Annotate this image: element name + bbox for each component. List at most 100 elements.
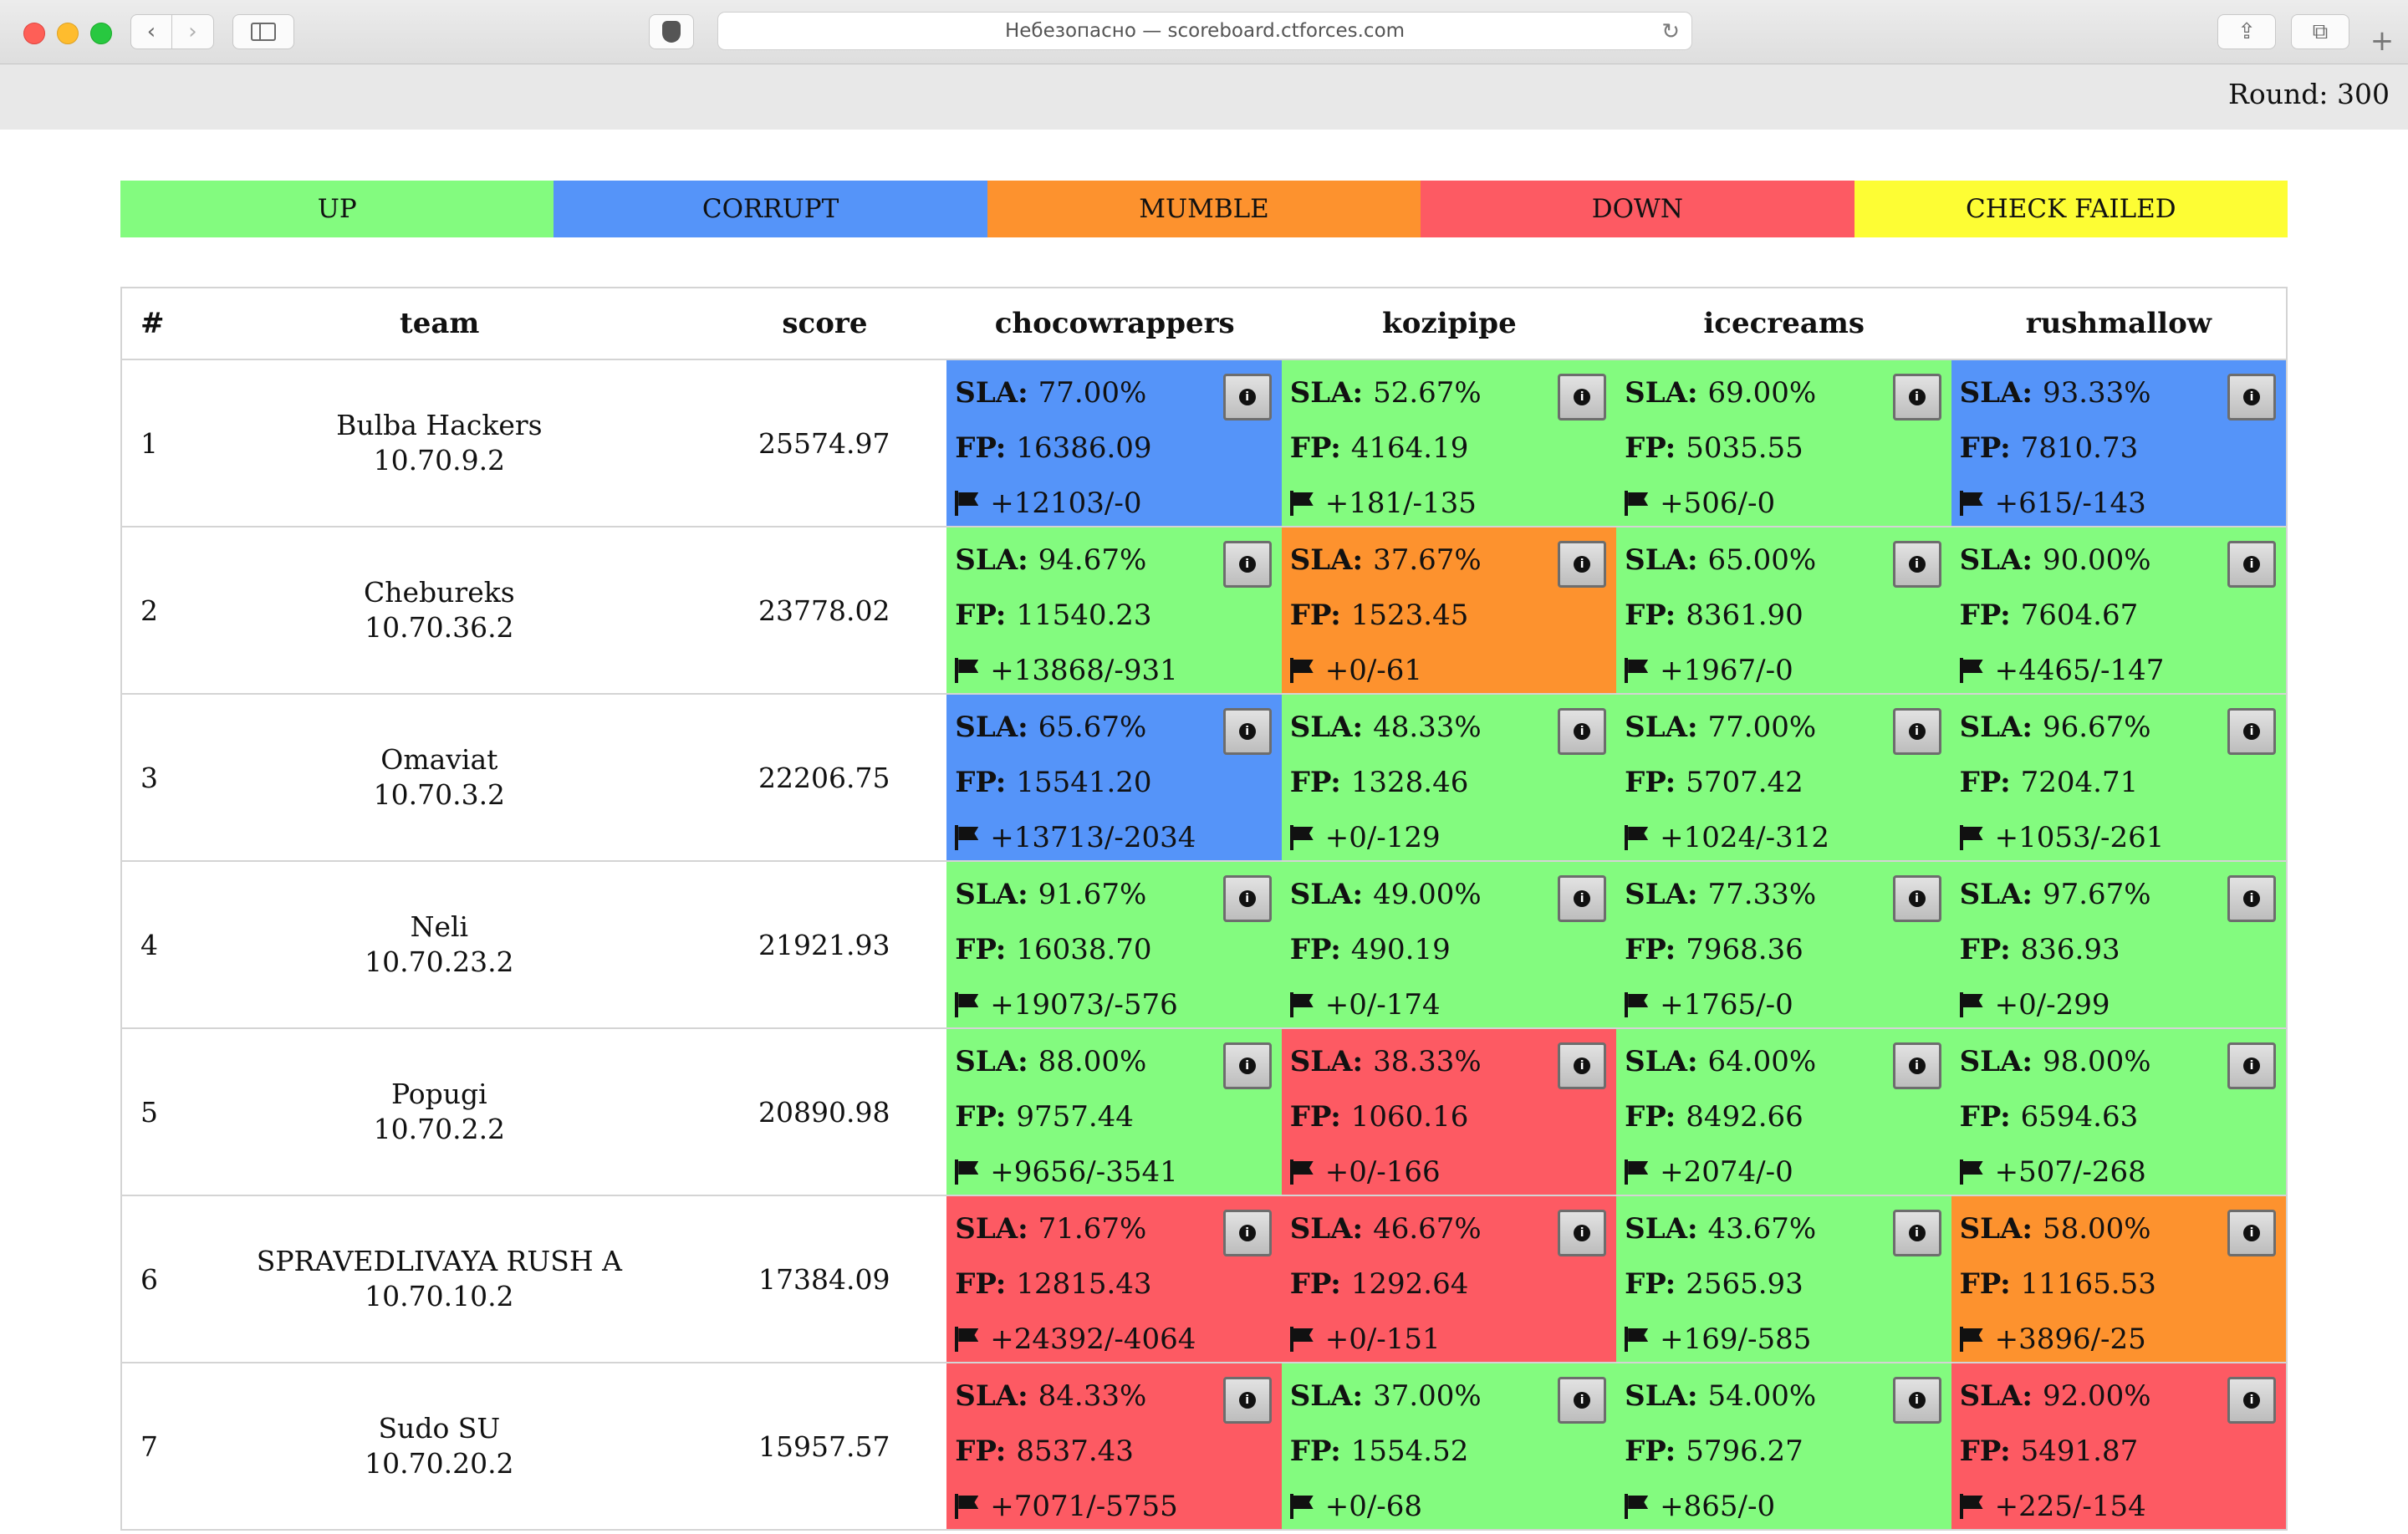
info-icon: i	[2243, 1225, 2261, 1241]
service-info-button[interactable]: i	[1558, 708, 1607, 755]
service-info-button[interactable]: i	[1558, 374, 1607, 420]
flag-icon	[955, 1159, 978, 1185]
forward-button[interactable]: ›	[172, 14, 214, 49]
sla-value: 49.00%	[1373, 878, 1482, 911]
fp-value: 7204.71	[2020, 766, 2139, 799]
service-info-button[interactable]: i	[1222, 1042, 1272, 1089]
fp-label: FP:	[955, 1100, 1007, 1134]
zoom-window-button[interactable]	[90, 23, 112, 44]
flags-value: +181/-135	[1324, 487, 1477, 520]
service-info-button[interactable]: i	[1222, 374, 1272, 420]
service-info-button[interactable]: i	[1222, 1210, 1272, 1256]
team-name: Bulba Hackers	[336, 409, 543, 441]
service-info-button[interactable]: i	[1222, 541, 1272, 588]
share-button[interactable]: ⇪	[2217, 14, 2276, 49]
team-rank: 5	[140, 1095, 158, 1129]
fp-value: 8492.66	[1686, 1100, 1803, 1134]
flags-value: +0/-299	[1994, 988, 2110, 1022]
tab-overview-button[interactable]: ⧉	[2291, 14, 2349, 49]
team-cell: Sudo SU 10.70.20.2	[176, 1363, 701, 1529]
fp-label: FP:	[955, 599, 1007, 632]
flags-value: +13868/-931	[990, 654, 1178, 687]
service-cell: SLA: 98.00% FP: 6594.63 +507/-268 i	[1951, 1029, 2287, 1195]
flag-icon	[955, 491, 978, 516]
flags-value: +1765/-0	[1660, 988, 1793, 1022]
sidebar-toggle-button[interactable]	[232, 14, 294, 49]
flag-icon	[1959, 1159, 1983, 1185]
service-info-button[interactable]: i	[1892, 875, 1941, 922]
scoreboard-table: # team score chocowrappers kozipipe icec…	[120, 287, 2288, 1531]
service-info-button[interactable]: i	[1892, 708, 1941, 755]
fp-value: 6594.63	[2020, 1100, 2139, 1134]
flags-value: +615/-143	[1994, 487, 2146, 520]
fp-value: 5035.55	[1686, 431, 1803, 465]
page-header: Round: 300	[0, 64, 2408, 130]
team-ip: 10.70.20.2	[365, 1447, 514, 1480]
service-info-button[interactable]: i	[1892, 374, 1941, 420]
service-info-button[interactable]: i	[1892, 1377, 1941, 1424]
minimize-window-button[interactable]	[57, 23, 79, 44]
service-info-button[interactable]: i	[1558, 541, 1607, 588]
table-row: 7 Sudo SU 10.70.20.2 15957.57 SLA: 84.33% FP: 8…	[122, 1363, 2287, 1531]
sla-label: SLA:	[1289, 878, 1364, 911]
service-info-button[interactable]: i	[1558, 875, 1607, 922]
service-cell: SLA: 77.33% FP: 7968.36 +1765/-0 i	[1616, 862, 1951, 1027]
info-icon: i	[2243, 1057, 2261, 1074]
back-button[interactable]: ‹	[130, 14, 172, 49]
team-ip: 10.70.3.2	[373, 778, 506, 811]
flag-icon	[1625, 1327, 1648, 1352]
info-icon: i	[1908, 1225, 1926, 1241]
service-info-button[interactable]: i	[1892, 1210, 1941, 1256]
sla-label: SLA:	[1959, 376, 2033, 410]
team-score: 25574.97	[758, 426, 890, 460]
reload-icon[interactable]: ↻	[1661, 19, 1680, 44]
service-info-button[interactable]: i	[1222, 708, 1272, 755]
team-rank: 4	[140, 928, 158, 961]
team-rank: 1	[140, 426, 158, 460]
sla-label: SLA:	[1625, 543, 1698, 577]
service-info-button[interactable]: i	[1222, 875, 1272, 922]
service-info-button[interactable]: i	[2227, 875, 2277, 922]
privacy-report-button[interactable]	[649, 14, 694, 49]
fp-value: 7968.36	[1686, 933, 1803, 966]
fp-label: FP:	[1959, 1267, 2011, 1301]
info-icon: i	[1908, 890, 1926, 907]
flags-value: +1053/-261	[1994, 821, 2165, 854]
sla-label: SLA:	[1289, 711, 1364, 744]
sla-value: 94.67%	[1038, 543, 1147, 577]
fp-label: FP:	[955, 1435, 1007, 1468]
service-info-button[interactable]: i	[2227, 374, 2277, 420]
service-info-button[interactable]: i	[1558, 1210, 1607, 1256]
fp-value: 15541.20	[1016, 766, 1152, 799]
service-info-button[interactable]: i	[2227, 708, 2277, 755]
service-info-button[interactable]: i	[2227, 1042, 2277, 1089]
service-info-button[interactable]: i	[1222, 1377, 1272, 1424]
info-icon: i	[2243, 1392, 2261, 1409]
table-row: 6 SPRAVEDLIVAYA RUSH A 10.70.10.2 17384.09 S…	[122, 1196, 2287, 1363]
fp-label: FP:	[1625, 1100, 1676, 1134]
service-info-button[interactable]: i	[2227, 1377, 2277, 1424]
sla-label: SLA:	[1959, 711, 2033, 744]
service-info-button[interactable]: i	[2227, 541, 2277, 588]
flag-icon	[1289, 1159, 1314, 1185]
service-info-button[interactable]: i	[1558, 1377, 1607, 1424]
service-info-button[interactable]: i	[1892, 541, 1941, 588]
flag-icon	[1959, 825, 1983, 850]
fp-label: FP:	[1959, 933, 2011, 966]
close-window-button[interactable]	[23, 23, 45, 44]
fp-value: 1523.45	[1350, 599, 1469, 632]
flag-icon	[1289, 992, 1314, 1017]
info-icon: i	[1238, 1392, 1256, 1409]
sla-label: SLA:	[1959, 543, 2033, 577]
fp-label: FP:	[1625, 599, 1676, 632]
sla-label: SLA:	[1625, 878, 1698, 911]
new-tab-button[interactable]: +	[2363, 22, 2401, 60]
service-cell: SLA: 37.67% FP: 1523.45 +0/-61 i	[1281, 527, 1617, 693]
service-info-button[interactable]: i	[2227, 1210, 2277, 1256]
service-info-button[interactable]: i	[1892, 1042, 1941, 1089]
sla-value: 64.00%	[1707, 1045, 1817, 1078]
fp-value: 11165.53	[2020, 1267, 2156, 1301]
service-info-button[interactable]: i	[1558, 1042, 1607, 1089]
fp-label: FP:	[1625, 766, 1676, 799]
address-bar[interactable]: Небезопасно — scoreboard.ctforces.com ↻	[717, 12, 1692, 50]
